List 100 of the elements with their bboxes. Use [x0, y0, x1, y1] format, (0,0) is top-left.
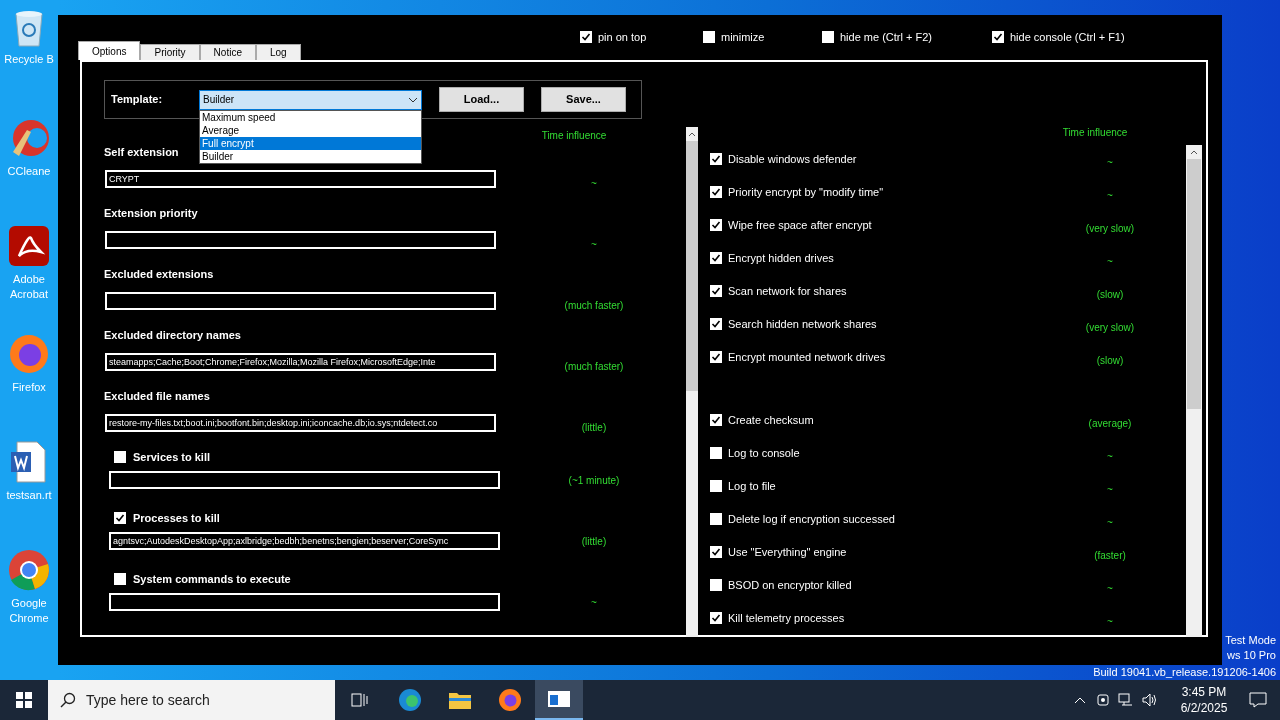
time-influence: (much faster): [563, 299, 625, 313]
checkbox[interactable]: [114, 512, 126, 524]
text-field[interactable]: restore-my-files.txt;boot.ini;bootfont.bin;desktop.ini;iconcache.db;io.sys;ntdetect.co: [105, 413, 496, 432]
time-influence: (little): [580, 534, 608, 549]
template-button[interactable]: Load...: [439, 87, 524, 112]
option-label: Log to file: [728, 479, 776, 494]
build-text: Build 19041.vb_release.191206-1406: [1093, 665, 1276, 680]
text-field[interactable]: [105, 291, 496, 310]
checkbox[interactable]: [710, 612, 722, 625]
option-label: Services to kill: [133, 449, 211, 465]
option-label: Excluded extensions: [104, 266, 214, 282]
scrollbar-thumb[interactable]: [1187, 159, 1201, 409]
search-field[interactable]: Type here to search: [48, 680, 335, 720]
option-label: Extension priority: [104, 205, 198, 221]
option-label: Search hidden network shares: [728, 317, 877, 332]
firefox-icon: [498, 688, 522, 712]
time-influence: ~: [590, 177, 598, 191]
option-label: Log to console: [728, 446, 800, 461]
checkbox[interactable]: [710, 447, 722, 460]
option-label: minimize: [721, 30, 765, 45]
chevron-up-icon[interactable]: [1074, 696, 1086, 704]
pdf-icon[interactable]: [7, 224, 51, 268]
template-label: Template:: [111, 92, 164, 108]
text-field[interactable]: [109, 471, 500, 489]
window-icon: [548, 691, 570, 707]
text-field[interactable]: CRYPT: [105, 169, 496, 188]
tray-icon[interactable]: [1096, 693, 1110, 707]
dropdown-option[interactable]: Average: [200, 123, 421, 137]
time-influence: (very slow): [1084, 321, 1136, 335]
tab[interactable]: Log: [255, 44, 301, 60]
time-influence: ~: [1106, 483, 1114, 497]
option-label: Kill telemetry processes: [728, 611, 845, 626]
text-field[interactable]: [109, 593, 500, 611]
checkbox[interactable]: [710, 579, 722, 592]
time-influence: ~: [1106, 255, 1114, 269]
checkbox[interactable]: [710, 480, 722, 493]
checkbox[interactable]: [710, 351, 722, 364]
text-field[interactable]: steamapps;Cache;Boot;Chrome;Firefox;Mozilla;Mozilla Firefox;MicrosoftEdge;Inte: [105, 352, 496, 371]
time-influence: ~: [1106, 156, 1114, 170]
checkbox[interactable]: [710, 186, 722, 199]
text-field[interactable]: [105, 230, 496, 249]
dropdown-option[interactable]: Full encrypt: [200, 136, 421, 150]
task-view-icon: [351, 692, 369, 708]
checkbox[interactable]: [822, 31, 834, 44]
time-influence: (~1 minute): [567, 473, 621, 488]
tab[interactable]: Priority: [140, 44, 200, 60]
chevron-down-icon: [408, 96, 418, 103]
option-label: Disable windows defender: [728, 152, 857, 167]
search-icon: [60, 692, 76, 708]
option-label: hide console (Ctrl + F1): [1010, 30, 1125, 45]
column-header: Time influence: [540, 129, 608, 142]
checkbox[interactable]: [710, 414, 722, 427]
time-influence: (faster): [1093, 549, 1127, 563]
option-label: Self extension: [104, 144, 179, 160]
checkbox[interactable]: [580, 31, 592, 44]
template-button[interactable]: Save...: [541, 87, 626, 112]
time-influence: ~: [590, 595, 598, 610]
column-header: Time influence: [1061, 126, 1129, 139]
notification-icon: [1249, 692, 1267, 708]
scrollbar[interactable]: [686, 127, 698, 637]
dropdown-option[interactable]: Maximum speed: [200, 110, 421, 124]
time-influence: ~: [590, 238, 598, 252]
checkbox[interactable]: [710, 513, 722, 526]
chrome-icon[interactable]: [7, 548, 51, 592]
checkbox[interactable]: [710, 252, 722, 265]
scrollbar-thumb[interactable]: [686, 141, 698, 391]
time-influence: (little): [580, 421, 608, 435]
network-icon[interactable]: [1118, 693, 1134, 707]
checkbox[interactable]: [710, 285, 722, 298]
option-label: Encrypt mounted network drives: [728, 350, 886, 365]
document-icon[interactable]: [9, 440, 49, 484]
checkbox[interactable]: [710, 153, 722, 166]
option-label: Create checksum: [728, 413, 814, 428]
option-label: Delete log if encryption successed: [728, 512, 895, 527]
time-influence: (average): [1087, 417, 1133, 431]
clock[interactable]: 3:45 PM 6/2/2025: [1172, 684, 1236, 716]
text-field[interactable]: agntsvc;AutodeskDesktopApp;axlbridge;bedbh;benetns;bengien;beserver;CoreSync: [109, 532, 500, 550]
volume-icon[interactable]: [1142, 693, 1158, 707]
scrollbar[interactable]: [1186, 145, 1202, 637]
app-button[interactable]: [535, 680, 583, 720]
tab[interactable]: Notice: [199, 44, 256, 60]
option-label: Encrypt hidden drives: [728, 251, 834, 266]
desktop-text: ws 10 Pro: [1227, 648, 1276, 663]
option-label: BSOD on encryptor killed: [728, 578, 852, 593]
checkbox[interactable]: [710, 546, 722, 559]
checkbox[interactable]: [710, 318, 722, 331]
checkbox[interactable]: [710, 219, 722, 232]
tab[interactable]: Options: [78, 41, 141, 60]
time-influence: ~: [1106, 582, 1114, 596]
desktop-text: Test Mode: [1225, 633, 1276, 648]
checkbox[interactable]: [114, 451, 126, 463]
checkbox[interactable]: [992, 31, 1004, 44]
option-label: Wipe free space after encrypt: [728, 218, 872, 233]
time-influence: (very slow): [1084, 222, 1136, 236]
windows-logo-icon: [16, 692, 32, 708]
checkbox[interactable]: [703, 31, 715, 44]
dropdown-option[interactable]: Builder: [200, 149, 421, 163]
time-influence: ~: [1106, 516, 1114, 530]
folder-icon: [449, 691, 471, 709]
checkbox[interactable]: [114, 573, 126, 585]
